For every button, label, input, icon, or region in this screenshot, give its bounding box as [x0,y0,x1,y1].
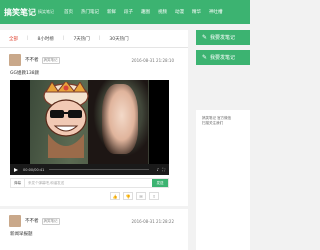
post-actions: 👍 👎 ✉ ⇪ [9,192,179,200]
fullscreen-icon[interactable]: ⛶ [162,167,165,172]
nav-item-video[interactable]: 视频 [158,9,167,15]
submit-note-label: 我要发笔记 [210,55,236,61]
site-logo-sub: 搞笑笔记 [38,9,54,14]
nav-item-roast[interactable]: 神吐槽 [209,9,223,15]
post-item: 不不者 搞笑笔记 2016-08-31 21:28:22 新闻早报题 [0,209,188,237]
submit-note-button[interactable]: ✎ 我要发笔记 [196,50,250,65]
video-frame-face [102,84,138,154]
tab-all[interactable]: 全部 [9,36,18,42]
video-progress[interactable] [49,168,149,171]
nav-item-anime[interactable]: 动漫 [175,9,184,15]
post-author[interactable]: 不不者 [25,57,39,63]
post-time: 2016-08-31 21:28:10 [131,57,174,63]
dislike-icon[interactable]: 👎 [123,192,133,200]
nav-item-pics[interactable]: 趣图 [141,9,150,15]
tab-8h[interactable]: 8小时榜 [38,36,54,42]
share-icon[interactable]: ⇪ [149,192,159,200]
main-feed: 全部 | 8小时榜 | 7天热门 | 30天热门 不不者 搞笑笔记 2016-0… [0,30,188,250]
video-player[interactable]: 00:00/00:41 ♪ ⛶ [10,80,169,175]
tab-30d[interactable]: 30天热门 [109,36,128,42]
top-navbar: 搞笑笔记 搞笑笔记 首页 热门笔记 新鲜 段子 趣图 视频 动漫 精华 神吐槽 [0,0,250,24]
feed-tabs: 全部 | 8小时榜 | 7天热门 | 30天热门 [0,30,188,48]
tab-separator: | [98,36,101,41]
tab-separator: | [62,36,65,41]
edit-icon: ✎ [202,34,208,41]
avatar[interactable] [9,215,21,227]
danmu-bar: 弹幕 来发个弹幕吧,和谐发送 发送 [10,178,169,188]
post-text[interactable]: 新闻早报题 [10,231,179,237]
post-author[interactable]: 不不者 [25,218,39,224]
video-controls: 00:00/00:41 ♪ ⛶ [10,164,169,175]
nav-item-hot[interactable]: 热门笔记 [81,9,99,15]
post-item: 不不者 搞笑笔记 2016-08-31 21:28:10 GG姐教138颜 00… [0,48,188,209]
tab-separator: | [27,36,29,41]
danmu-send-button[interactable]: 发送 [152,179,168,187]
avatar[interactable] [9,54,21,66]
nav-item-jokes[interactable]: 段子 [124,9,133,15]
cartoon-sticker [43,82,89,158]
video-time: 00:00/00:41 [23,167,45,172]
danmu-toggle[interactable]: 弹幕 [11,179,25,187]
post-time: 2016-08-31 21:28:22 [131,218,174,224]
nav-item-best[interactable]: 精华 [192,9,201,15]
edit-icon: ✎ [202,54,208,61]
post-header: 不不者 搞笑笔记 2016-08-31 21:28:22 [9,215,179,227]
volume-icon[interactable]: ♪ [157,167,160,172]
sidebar-note-line2: 扫描关注我们 [202,121,223,125]
sidebar: ✎ 我要发笔记 ✎ 我要发笔记 搞笑笔记 官方微信 扫描关注我们 [196,30,250,250]
publish-note-button[interactable]: ✎ 我要发笔记 [196,30,250,45]
post-text[interactable]: GG姐教138颜 [10,70,179,76]
comment-icon[interactable]: ✉ [136,192,146,200]
nav-item-home[interactable]: 首页 [64,9,73,15]
post-header: 不不者 搞笑笔记 2016-08-31 21:28:10 [9,54,179,66]
author-tag: 搞笑笔记 [41,56,60,64]
danmu-input[interactable]: 来发个弹幕吧,和谐发送 [25,181,152,186]
tab-7d[interactable]: 7天热门 [73,36,89,42]
publish-note-label: 我要发笔记 [210,35,236,41]
sidebar-panel [196,110,250,250]
nav-item-new[interactable]: 新鲜 [107,9,116,15]
site-logo[interactable]: 搞笑笔记 [4,7,36,18]
author-tag: 搞笑笔记 [41,217,60,225]
play-icon[interactable] [14,167,18,172]
sidebar-note: 搞笑笔记 官方微信 扫描关注我们 [202,116,231,126]
like-icon[interactable]: 👍 [110,192,120,200]
